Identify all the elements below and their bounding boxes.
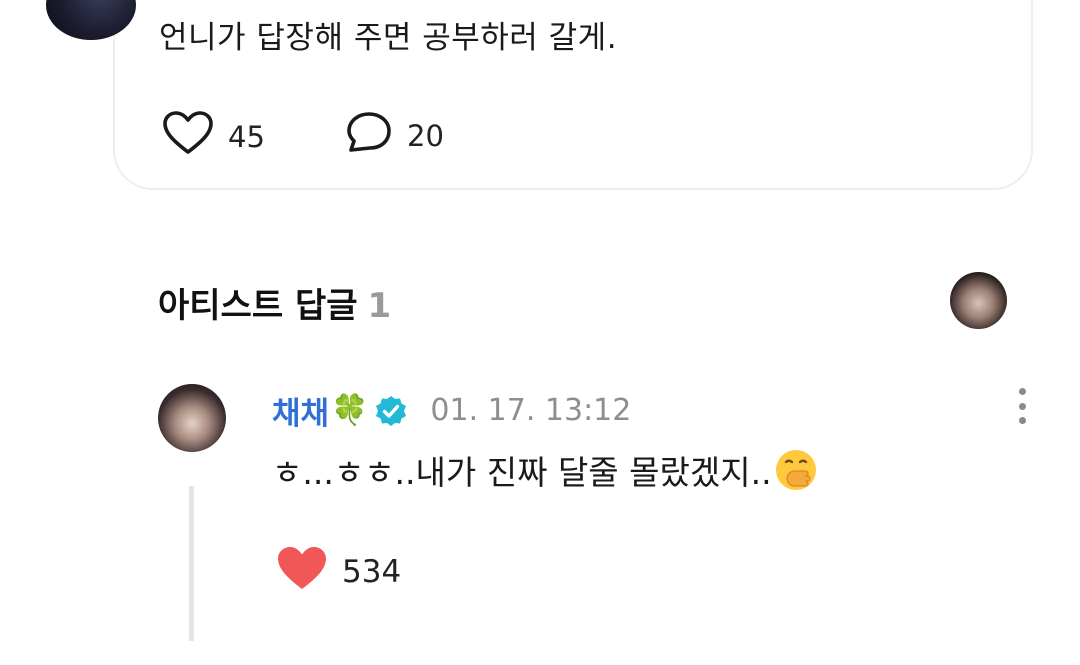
- reply-meta: 채채 🍀 01. 17. 13:12: [272, 388, 631, 433]
- artist-replies-title: 아티스트 답글: [158, 286, 358, 326]
- verified-badge-icon: [374, 394, 408, 428]
- post-like-count: 45: [228, 119, 265, 154]
- more-vertical-icon[interactable]: [1012, 388, 1032, 424]
- thread-line: [189, 486, 194, 641]
- heart-outline-icon: [162, 110, 214, 163]
- post-comment-count: 20: [407, 118, 444, 153]
- reply-like-count: 534: [342, 554, 402, 590]
- reply-timestamp: 01. 17. 13:12: [430, 393, 632, 428]
- heart-filled-icon: [276, 545, 328, 599]
- reply-text: ㅎ...ㅎㅎ..내가 진짜 달줄 몰랐겠지..: [272, 453, 772, 492]
- author-emoji: 🍀: [331, 393, 369, 428]
- reply-text-row: ㅎ...ㅎㅎ..내가 진짜 달줄 몰랐겠지..: [272, 446, 818, 494]
- reply-like-button[interactable]: 534: [276, 545, 401, 599]
- speech-bubble-icon: [345, 110, 393, 161]
- hand-over-mouth-emoji: [774, 448, 818, 492]
- artist-avatar[interactable]: [950, 272, 1007, 329]
- post-text: 언니가 답장해 주면 공부하러 갈게.: [159, 20, 618, 56]
- artist-replies-count: 1: [367, 286, 392, 326]
- post-like-button[interactable]: 45: [162, 110, 265, 163]
- reply-author-avatar[interactable]: [158, 384, 226, 452]
- artist-replies-heading: 아티스트 답글 1: [158, 278, 391, 327]
- reply-author-name[interactable]: 채채: [272, 388, 329, 433]
- post-comment-button[interactable]: 20: [345, 110, 444, 161]
